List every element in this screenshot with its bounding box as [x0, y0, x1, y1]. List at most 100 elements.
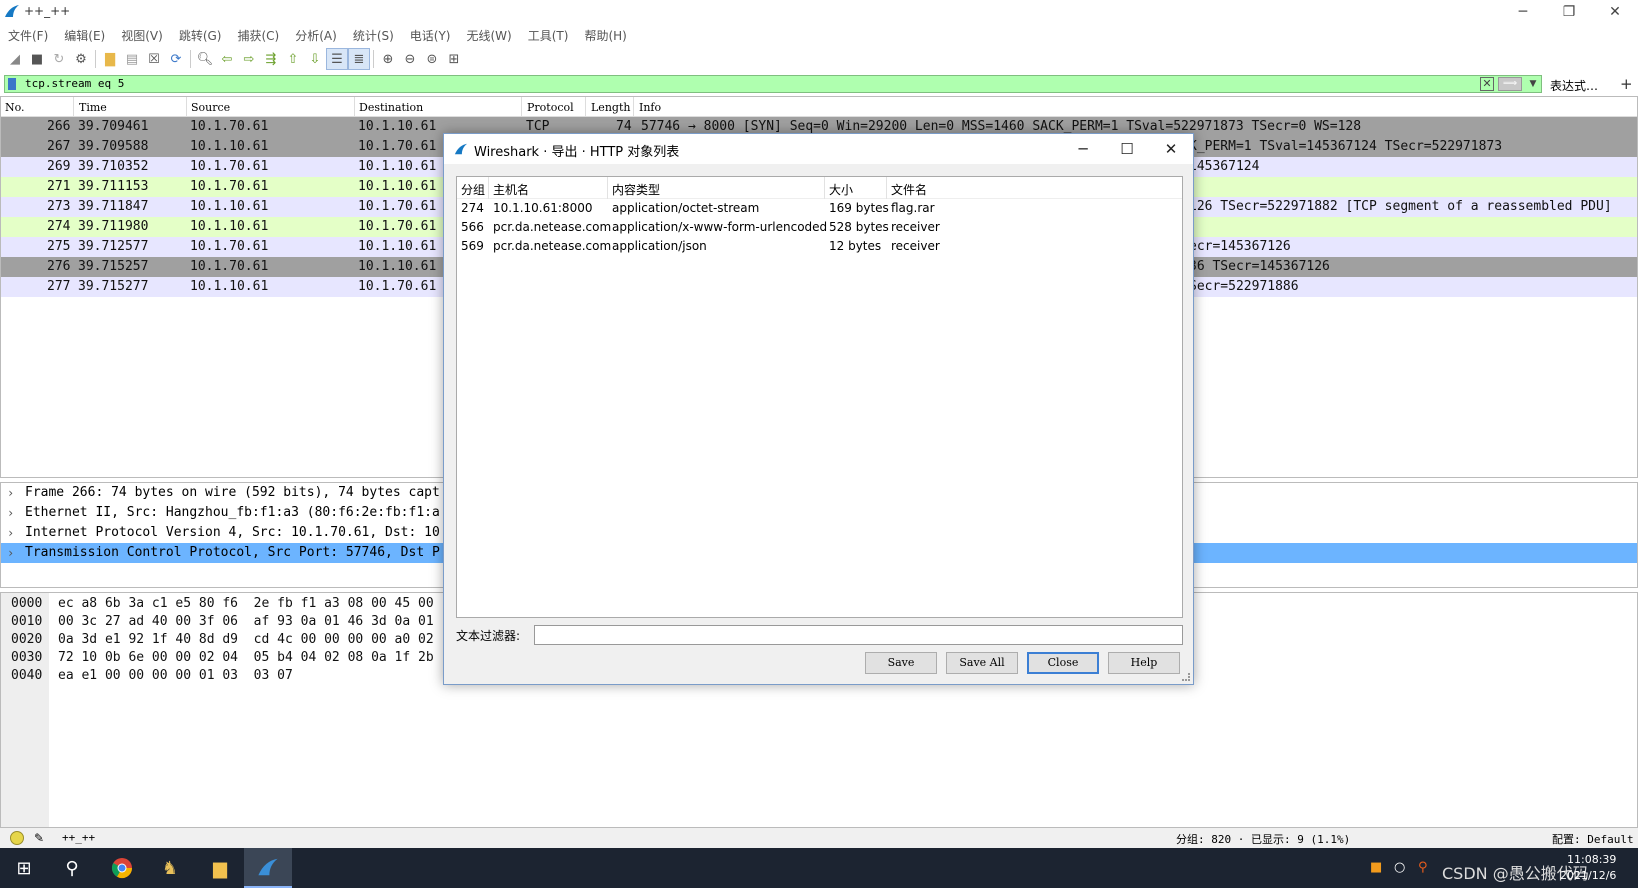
packet-time: 39.711153 — [78, 179, 149, 194]
restore-button[interactable]: ❐ — [1546, 0, 1592, 24]
filter-expression-button[interactable]: 表达式… — [1550, 77, 1598, 94]
restart-capture-button[interactable]: ↻ — [48, 48, 70, 70]
close-file-button[interactable]: ☒ — [143, 48, 165, 70]
menu-wireless[interactable]: 无线(W) — [459, 24, 520, 44]
http-object-table: 分组 主机名 内容类型 大小 文件名 274 10.1.10.61:8000 a… — [456, 176, 1183, 618]
column-header-packet[interactable]: 分组 — [457, 181, 485, 198]
minimize-button[interactable]: ─ — [1500, 0, 1546, 24]
taskbar-wireshark[interactable] — [244, 848, 292, 888]
arrow-right-icon: ⟹ — [1502, 78, 1518, 89]
stop-capture-button[interactable]: ■ — [26, 48, 48, 70]
menu-telephony[interactable]: 电话(Y) — [402, 24, 459, 44]
close-window-button[interactable]: ✕ — [1592, 0, 1638, 24]
chevron-right-icon[interactable]: › — [7, 503, 14, 523]
menu-view[interactable]: 视图(V) — [113, 24, 171, 44]
clear-filter-button[interactable]: ✕ — [1480, 77, 1494, 91]
zoom-in-button[interactable]: ⊕ — [377, 48, 399, 70]
help-button[interactable]: Help — [1108, 652, 1180, 674]
close-button[interactable]: Close — [1027, 652, 1099, 674]
column-header-hostname[interactable]: 主机名 — [489, 181, 529, 198]
menu-statistics[interactable]: 统计(S) — [345, 24, 402, 44]
tray-search-icon[interactable]: ⚲ — [1418, 860, 1428, 875]
dialog-titlebar[interactable]: Wireshark · 导出 · HTTP 对象列表 ─ ☐ ✕ — [444, 134, 1193, 164]
column-divider[interactable] — [73, 97, 74, 117]
chevron-right-icon[interactable]: › — [7, 543, 14, 563]
tray-circle-icon[interactable]: ○ — [1394, 860, 1405, 875]
text-filter-input[interactable] — [534, 625, 1183, 645]
menu-analyze[interactable]: 分析(A) — [287, 24, 345, 44]
capture-options-button[interactable]: ⚙ — [70, 48, 92, 70]
hex-bytes[interactable]: 0a 3d e1 92 1f 40 8d d9 cd 4c 00 00 00 0… — [58, 631, 434, 649]
go-to-packet-button[interactable]: ⇶ — [260, 48, 282, 70]
display-filter-input[interactable]: tcp.stream eq 5 — [4, 75, 1542, 93]
menu-file[interactable]: 文件(F) — [0, 24, 56, 44]
hex-bytes[interactable]: ea e1 00 00 00 00 01 03 03 07 — [58, 667, 293, 685]
save-file-button[interactable]: ▤ — [121, 48, 143, 70]
menu-go[interactable]: 跳转(G) — [171, 24, 230, 44]
http-object-row[interactable]: 566 pcr.da.netease.com application/x-www… — [457, 218, 1182, 237]
object-size: 169 bytes — [829, 201, 889, 215]
taskbar-app-figure[interactable]: ♞ — [146, 848, 194, 888]
status-profile[interactable]: 配置: Default — [1552, 831, 1634, 847]
column-header-source[interactable]: Source — [187, 101, 230, 114]
http-object-row[interactable]: 274 10.1.10.61:8000 application/octet-st… — [457, 199, 1182, 218]
start-capture-button[interactable]: ◢ — [4, 48, 26, 70]
reload-file-button[interactable]: ⟳ — [165, 48, 187, 70]
open-file-button[interactable]: ▇ — [99, 48, 121, 70]
go-forward-button[interactable]: ⇨ — [238, 48, 260, 70]
menu-capture[interactable]: 捕获(C) — [229, 24, 287, 44]
taskbar-search-button[interactable]: ⚲ — [48, 848, 96, 888]
chevron-right-icon[interactable]: › — [7, 483, 14, 503]
packet-source: 10.1.70.61 — [190, 179, 269, 194]
taskbar-chrome[interactable] — [98, 848, 146, 888]
column-header-size[interactable]: 大小 — [825, 181, 853, 198]
find-packet-button[interactable]: 🔍︎ — [194, 48, 216, 70]
tray-app-icon[interactable]: ■ — [1370, 860, 1382, 875]
column-header-protocol[interactable]: Protocol — [523, 101, 574, 114]
apply-filter-button[interactable]: ⟹ — [1498, 77, 1522, 91]
menu-tools[interactable]: 工具(T) — [520, 24, 577, 44]
colorize-button[interactable]: ≣ — [348, 48, 370, 70]
chevron-down-icon: ▼ — [1529, 79, 1537, 89]
column-header-content-type[interactable]: 内容类型 — [608, 181, 660, 198]
menu-help[interactable]: 帮助(H) — [576, 24, 634, 44]
taskbar-file-explorer[interactable]: ▆ — [196, 848, 244, 888]
add-filter-button[interactable]: + — [1620, 75, 1633, 93]
expert-info-icon[interactable] — [10, 831, 24, 845]
column-header-length[interactable]: Length — [587, 101, 630, 114]
edit-comment-icon[interactable]: ✎ — [34, 831, 44, 845]
hex-bytes[interactable]: 00 3c 27 ad 40 00 3f 06 af 93 0a 01 46 3… — [58, 613, 434, 631]
filter-history-dropdown[interactable]: ▼ — [1526, 77, 1540, 91]
save-button[interactable]: Save — [865, 652, 937, 674]
start-button[interactable]: ⊞ — [0, 848, 48, 888]
hex-bytes[interactable]: ec a8 6b 3a c1 e5 80 f6 2e fb f1 a3 08 0… — [58, 595, 434, 613]
column-header-no[interactable]: No. — [1, 101, 25, 114]
column-header-time[interactable]: Time — [75, 101, 107, 114]
column-header-destination[interactable]: Destination — [355, 101, 423, 114]
object-size: 528 bytes — [829, 220, 889, 234]
dialog-maximize-button[interactable]: ☐ — [1105, 134, 1149, 164]
first-packet-button[interactable]: ⇧ — [282, 48, 304, 70]
taskbar-clock[interactable]: 11:08:39 2021/12/6 — [1560, 852, 1616, 884]
dialog-close-button[interactable]: ✕ — [1149, 134, 1193, 164]
go-back-button[interactable]: ⇦ — [216, 48, 238, 70]
hex-bytes[interactable]: 72 10 0b 6e 00 00 02 04 05 b4 04 02 08 0… — [58, 649, 434, 667]
packet-info: 36 TSecr=145367126 — [1189, 259, 1330, 274]
last-packet-button[interactable]: ⇩ — [304, 48, 326, 70]
autoscroll-button[interactable]: ☰ — [326, 48, 348, 70]
dialog-minimize-button[interactable]: ─ — [1061, 134, 1105, 164]
menu-edit[interactable]: 编辑(E) — [56, 24, 113, 44]
save-all-button[interactable]: Save All — [946, 652, 1018, 674]
resize-columns-button[interactable]: ⊞ — [443, 48, 465, 70]
column-divider[interactable] — [521, 97, 522, 117]
zoom-out-button[interactable]: ⊖ — [399, 48, 421, 70]
column-divider[interactable] — [633, 97, 634, 117]
column-header-info[interactable]: Info — [635, 101, 661, 114]
column-header-filename[interactable]: 文件名 — [887, 181, 927, 198]
column-divider[interactable] — [585, 97, 586, 117]
zoom-reset-button[interactable]: ⊜ — [421, 48, 443, 70]
http-object-row[interactable]: 569 pcr.da.netease.com application/json … — [457, 237, 1182, 256]
bookmark-icon[interactable] — [8, 78, 16, 90]
chevron-right-icon[interactable]: › — [7, 523, 14, 543]
resize-grip-icon[interactable] — [1182, 673, 1190, 681]
